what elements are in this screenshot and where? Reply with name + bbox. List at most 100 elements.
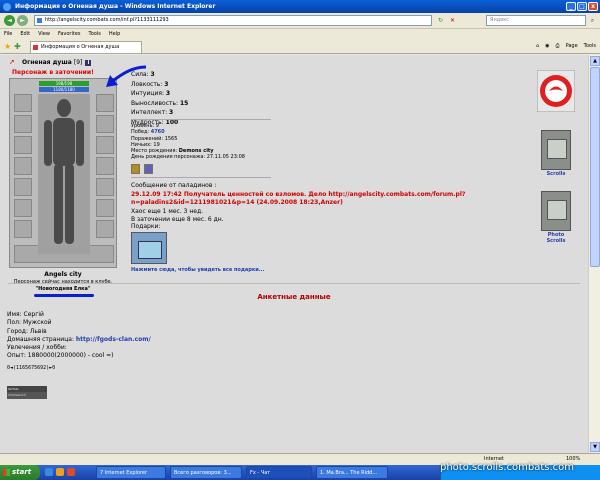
mana-bar: 1180/1180	[39, 87, 89, 92]
menu-file[interactable]: File	[4, 29, 12, 39]
watermark: photo.scrolls.combats.com	[440, 462, 575, 473]
vertical-scrollbar[interactable]: ▲ ▼	[588, 55, 600, 453]
belt-slot[interactable]	[14, 178, 32, 196]
address-bar: ◄ ► http://angelscity.combats.com/inf.pl…	[0, 13, 600, 29]
start-button[interactable]: start	[0, 465, 40, 480]
photo-scrolls-link[interactable]: Photo Scrolls	[541, 191, 571, 244]
character-info: Уровень: 9 Побед: 4760 Поражений: 1565 Н…	[131, 123, 245, 161]
window-title: Информация о Огненая душа - Windows Inte…	[15, 3, 216, 10]
shield-slot[interactable]	[96, 157, 114, 175]
firefox-quicklaunch-icon[interactable]	[67, 468, 75, 476]
tools-menu[interactable]: Tools	[584, 42, 596, 51]
taskbar-item-ie[interactable]: 7 Internet Explorer	[96, 466, 166, 479]
taskbar-item-chat[interactable]: Всего разговоров: 3...	[170, 466, 242, 479]
bracer-slot[interactable]	[14, 115, 32, 133]
gloves-slot[interactable]	[14, 220, 32, 238]
tab-bar: ★ ✚ Информация о Огненая душа ⌂ ◉ ⎙ Page…	[0, 39, 600, 54]
weapon-slot[interactable]	[14, 136, 32, 154]
chaos-status: Хаос еще 1 мес. 3 нед.	[131, 207, 204, 215]
paladin-message: Сообщение от паладинов : 29.12.09 17:42 …	[131, 182, 491, 225]
menu-edit[interactable]: Edit	[20, 29, 30, 39]
homepage-link[interactable]: http://fgods-clan.com/	[76, 336, 151, 343]
armor-slot[interactable]	[14, 157, 32, 175]
gifts-header: Подарки:	[131, 223, 161, 230]
boots-slot[interactable]	[96, 220, 114, 238]
stop-icon[interactable]: ✕	[448, 16, 457, 25]
maximize-button[interactable]: □	[577, 2, 587, 11]
gift-image[interactable]	[131, 232, 167, 264]
tab-current[interactable]: Информация о Огненая душа	[30, 41, 142, 53]
minimize-button[interactable]: _	[566, 2, 576, 11]
home-icon[interactable]: ⌂	[536, 42, 539, 51]
gifts-link[interactable]: Нажмите сюда, чтобы увидеть все подарки.…	[131, 267, 264, 273]
ie-quicklaunch-icon[interactable]	[45, 468, 53, 476]
search-icon[interactable]: ⌕	[588, 16, 597, 25]
profile-gender: Пол: Мужской	[7, 319, 52, 327]
menu-view[interactable]: View	[38, 29, 50, 39]
photo-scroll-banner-icon	[541, 191, 571, 231]
command-bar: ⌂ ◉ ⎙ Page Tools	[536, 42, 596, 51]
search-input[interactable]: Яндекс	[486, 15, 586, 26]
character-header: Огненая душа [9] i	[22, 59, 92, 66]
menu-tools[interactable]: Tools	[89, 29, 101, 39]
scroll-banner-icon	[541, 130, 571, 170]
window-titlebar: Информация о Огненая душа - Windows Inte…	[0, 0, 600, 13]
profile-city: Город: Львів	[7, 327, 47, 335]
taskbar-item-music[interactable]: 1. Ma.Bra... The Ridd...	[316, 466, 388, 479]
character-figure	[38, 94, 90, 254]
ring2-slot[interactable]	[96, 136, 114, 154]
prison-label: Персонаж в заточении!	[12, 69, 94, 76]
message-text: 29.12.09 17:42 Получатель ценностей со в…	[131, 190, 466, 207]
menu-favorites[interactable]: Favorites	[58, 29, 81, 39]
scroll-up-icon[interactable]: ▲	[590, 56, 600, 66]
page-menu[interactable]: Page	[566, 42, 578, 51]
window-controls: _ □ x	[566, 2, 598, 11]
leggings-slot[interactable]	[96, 199, 114, 217]
earrings-slot[interactable]	[96, 94, 114, 112]
favorites-star-icon[interactable]: ★	[4, 42, 11, 51]
stats-divider	[131, 119, 271, 120]
folder-quicklaunch-icon[interactable]	[56, 468, 64, 476]
scrolls-link[interactable]: Scrolls	[541, 130, 571, 177]
tab-page-icon	[33, 45, 38, 50]
banner-bottom[interactable]: IYOUSOLUTI	[7, 392, 47, 399]
profile-hobby: Увлечения / хобби:	[7, 344, 67, 352]
add-favorite-icon[interactable]: ✚	[14, 42, 21, 51]
amulet-slot[interactable]	[96, 115, 114, 133]
stat-intuition: Интуиция: 3	[131, 90, 171, 97]
stat-intellect: Интеллект: 3	[131, 109, 174, 116]
go-icon[interactable]: ↻	[436, 16, 445, 25]
forward-arrow-icon[interactable]: ►	[17, 15, 28, 26]
profile-homepage: Домашняя страница: http://fgods-clan.com…	[7, 335, 151, 343]
stat-endurance: Выносливость: 15	[131, 99, 189, 107]
stat-agility: Ловкость: 3	[131, 80, 169, 88]
figure-silhouette-icon	[44, 99, 84, 244]
taskbar-item-fx[interactable]: Fx - Чат	[246, 466, 312, 479]
character-doll: 198/198 1180/1180	[9, 78, 117, 268]
profile-section-title: Анкетные данные	[257, 293, 331, 301]
character-name: Огненая душа	[22, 59, 72, 66]
back-arrow-icon[interactable]: ◄	[4, 15, 15, 26]
gloves2-slot[interactable]	[96, 178, 114, 196]
helmet-slot[interactable]	[14, 94, 32, 112]
scroll-down-icon[interactable]: ▼	[590, 442, 600, 452]
close-button[interactable]: x	[588, 2, 598, 11]
message-header: Сообщение от паладинов :	[131, 182, 217, 189]
club-name[interactable]: "Новогодняя Елка"	[10, 286, 116, 293]
feeds-icon[interactable]: ◉	[545, 42, 549, 51]
stat-strength: Сила: 3	[131, 71, 155, 78]
profile-experience: Опыт: 1880000(2000000) - cool =)	[7, 352, 114, 360]
medal-icon[interactable]	[131, 164, 140, 174]
scroll-thumb[interactable]	[590, 67, 600, 267]
section-divider	[8, 283, 580, 284]
url-input[interactable]: http://angelscity.combats.com/inf.pl?113…	[34, 15, 432, 26]
character-level: [9]	[73, 59, 83, 66]
page-content: ➚ Огненая душа [9] i Персонаж в заточени…	[0, 55, 588, 453]
menu-help[interactable]: Help	[109, 29, 120, 39]
print-icon[interactable]: ⎙	[556, 42, 560, 51]
combats-logo-icon[interactable]	[537, 70, 575, 112]
ring-slot[interactable]	[14, 199, 32, 217]
badges	[131, 164, 153, 174]
clan-icon[interactable]	[144, 164, 153, 174]
info-divider	[131, 177, 271, 178]
